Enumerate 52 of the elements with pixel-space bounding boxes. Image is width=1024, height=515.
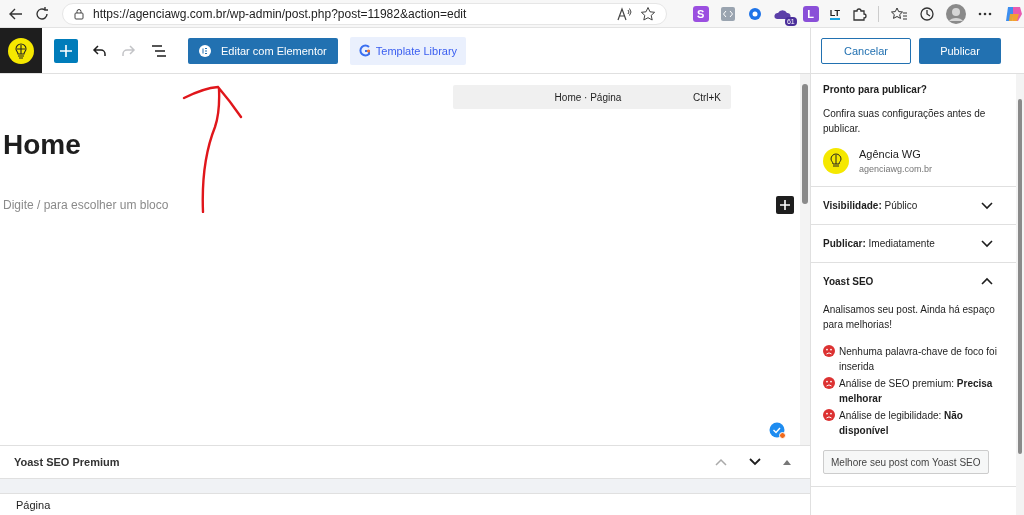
elementor-icon — [199, 44, 211, 57]
scrollbar[interactable] — [1016, 74, 1024, 515]
check-badge-icon[interactable] — [769, 422, 786, 439]
site-name: Agência WG — [859, 148, 922, 160]
chevron-down-icon — [980, 201, 994, 210]
site-logo-icon — [823, 148, 849, 174]
page-title[interactable]: Home — [3, 129, 800, 161]
metabox-title: Yoast SEO Premium — [14, 456, 121, 468]
site-logo[interactable] — [0, 28, 42, 73]
address-bar[interactable]: https://agenciawg.com.br/wp-admin/post.php?post=11982&action=edit — [62, 2, 667, 25]
sad-face-icon — [823, 409, 835, 421]
plus-icon — [779, 199, 791, 211]
publish-button[interactable]: Publicar — [919, 37, 1001, 64]
panel-toggle[interactable]: Visibilidade: Público — [811, 187, 1016, 224]
extension-icon[interactable]: S — [692, 5, 709, 22]
template-library-button[interactable]: Template Library — [349, 36, 467, 65]
add-block-button[interactable] — [776, 196, 794, 214]
brain-bulb-icon — [7, 36, 35, 65]
extension-icon[interactable]: L — [802, 5, 819, 22]
chevron-up-icon — [980, 277, 994, 286]
description-text: Confira suas configurações antes de publicar. — [823, 107, 987, 136]
analysis-result: Análise de legibilidade: Não disponível — [839, 409, 964, 438]
improve-post-button[interactable]: Melhore seu post com Yoast SEO — [823, 450, 989, 474]
plus-icon — [59, 43, 73, 58]
puzzle-icon[interactable] — [851, 5, 867, 22]
panel-toggle[interactable]: Yoast SEO — [811, 263, 1016, 300]
site-url: agenciawg.com.br — [859, 164, 933, 174]
favorites-icon[interactable] — [890, 5, 908, 22]
command-bar[interactable]: Home · Página Ctrl+K — [453, 85, 731, 109]
chevron-down-icon — [980, 239, 994, 248]
analysis-result: Análise de SEO premium: Precisa melhorar — [839, 377, 994, 406]
refresh-icon[interactable] — [34, 5, 50, 22]
chevron-down-icon[interactable] — [748, 457, 762, 467]
analysis-summary: Analisamos seu post. Ainda há espaço para melhorias! — [823, 303, 996, 332]
lock-icon — [73, 7, 85, 20]
analysis-result: Nenhuma palavra-chave de foco foi inserida — [839, 345, 998, 374]
panel-heading: Pronto para publicar? — [823, 84, 928, 95]
star-icon[interactable] — [639, 5, 656, 22]
url-text: https://agenciawg.com.br/wp-admin/post.php?post=11982&action=edit — [93, 6, 467, 21]
sad-face-icon — [823, 377, 835, 389]
sad-face-icon — [823, 345, 835, 357]
breadcrumb[interactable]: Página — [0, 493, 810, 515]
avatar-icon[interactable] — [946, 3, 966, 24]
library-icon — [358, 44, 371, 57]
history-icon[interactable] — [919, 5, 935, 22]
read-aloud-icon[interactable] — [615, 6, 632, 21]
triangle-up-icon[interactable] — [782, 458, 792, 466]
panel-toggle[interactable]: Publicar: Imediatamente — [811, 225, 1016, 262]
cancel-button[interactable]: Cancelar — [821, 37, 911, 64]
scrollbar[interactable] — [800, 74, 810, 445]
elementor-button[interactable]: Editar com Elementor — [188, 37, 338, 64]
block-input[interactable]: Digite / para escolher um bloco — [0, 198, 776, 212]
